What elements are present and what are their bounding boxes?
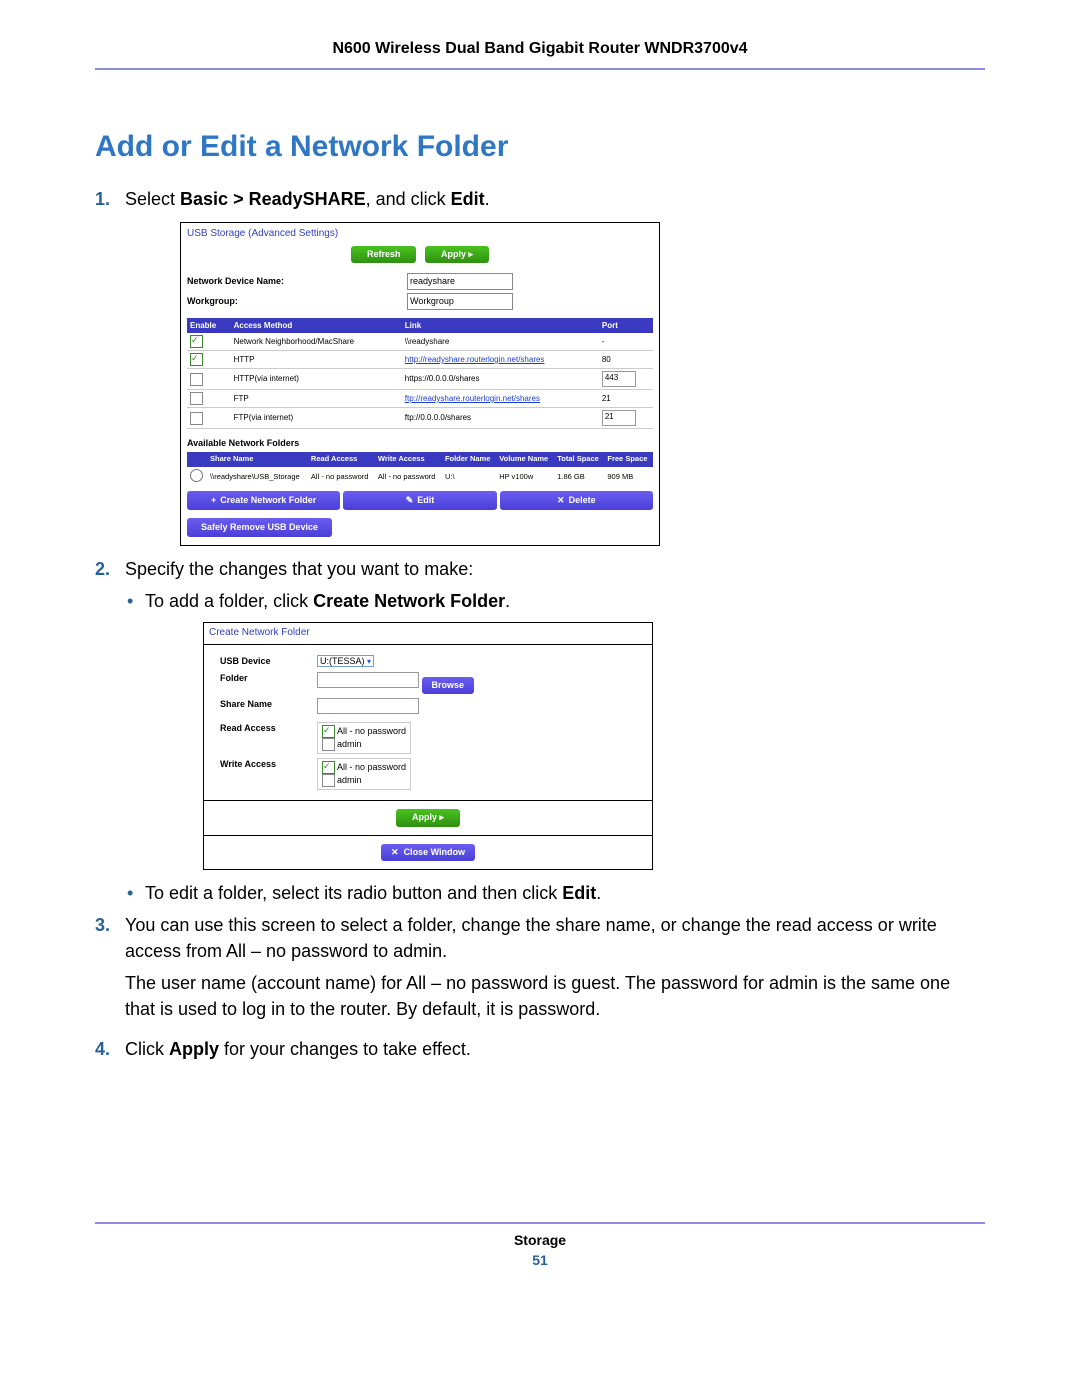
doc-header: N600 Wireless Dual Band Gigabit Router W… (95, 40, 985, 70)
page-footer: Storage 51 (95, 1222, 985, 1268)
table-row: FTPftp://readyshare.routerlogin.net/shar… (187, 390, 653, 408)
footer-title: Storage (95, 1232, 985, 1248)
share-link[interactable]: http://readyshare.routerlogin.net/shares (405, 355, 545, 364)
x-icon: ✕ (557, 494, 565, 507)
edit-button[interactable]: ✎Edit (343, 491, 496, 510)
table-row: FTP(via internet)ftp://0.0.0.0/shares21 (187, 408, 653, 429)
enable-checkbox[interactable] (190, 392, 203, 405)
workgroup-input[interactable] (407, 293, 513, 310)
x-icon: ✕ (391, 847, 399, 857)
enable-checkbox[interactable] (190, 412, 203, 425)
delete-button[interactable]: ✕Delete (500, 491, 653, 510)
refresh-button[interactable]: Refresh (351, 246, 417, 263)
step-2: 2. Specify the changes that you want to … (125, 556, 985, 906)
share-name-input[interactable] (317, 698, 419, 714)
usb-device-select[interactable]: U:(TESSA) ▾ (317, 655, 374, 667)
folders-table: Share NameRead AccessWrite AccessFolder … (187, 452, 653, 488)
table-row: Network Neighborhood/MacShare\\readyshar… (187, 333, 653, 351)
enable-checkbox[interactable] (190, 353, 203, 366)
page-title: Add or Edit a Network Folder (95, 130, 985, 164)
read-admin-checkbox[interactable] (322, 738, 335, 751)
chevron-down-icon: ▾ (367, 657, 371, 666)
device-name-input[interactable] (407, 273, 513, 290)
table-row: HTTP(via internet)https://0.0.0.0/shares… (187, 369, 653, 390)
enable-checkbox[interactable] (190, 373, 203, 386)
safely-remove-button[interactable]: Safely Remove USB Device (187, 518, 332, 537)
create-folder-panel: Create Network Folder USB DeviceU:(TESSA… (203, 622, 653, 869)
share-link[interactable]: ftp://readyshare.routerlogin.net/shares (405, 394, 540, 403)
apply-button[interactable]: Apply (425, 246, 489, 263)
folder-row: \\readyshare\USB_StorageAll - no passwor… (187, 467, 653, 488)
workgroup-label: Workgroup: (187, 295, 407, 308)
device-name-label: Network Device Name: (187, 275, 407, 288)
write-admin-checkbox[interactable] (322, 774, 335, 787)
apply2-button[interactable]: Apply (396, 809, 460, 826)
close-window-button[interactable]: ✕ Close Window (381, 844, 475, 861)
panel1-title: USB Storage (Advanced Settings) (187, 227, 653, 242)
plus-icon: + (211, 494, 216, 507)
folder-input[interactable] (317, 672, 419, 688)
page-number: 51 (95, 1252, 985, 1268)
pencil-icon: ✎ (406, 494, 414, 507)
enable-checkbox[interactable] (190, 335, 203, 348)
access-methods-table: Enable Access Method Link Port Network N… (187, 318, 653, 430)
write-all-checkbox[interactable] (322, 761, 335, 774)
step-1: 1. Select Basic > ReadySHARE, and click … (125, 186, 985, 546)
browse-button[interactable]: Browse (422, 677, 475, 694)
create-network-folder-button[interactable]: +Create Network Folder (187, 491, 340, 510)
step-3: 3. You can use this screen to select a f… (125, 912, 985, 1022)
usb-storage-panel: USB Storage (Advanced Settings) Refresh … (180, 222, 660, 546)
read-all-checkbox[interactable] (322, 725, 335, 738)
panel2-title: Create Network Folder (204, 623, 652, 645)
step-4: 4. Click Apply for your changes to take … (125, 1036, 985, 1062)
table-row: HTTPhttp://readyshare.routerlogin.net/sh… (187, 351, 653, 369)
available-folders-label: Available Network Folders (187, 437, 653, 450)
folder-radio[interactable] (190, 469, 203, 482)
